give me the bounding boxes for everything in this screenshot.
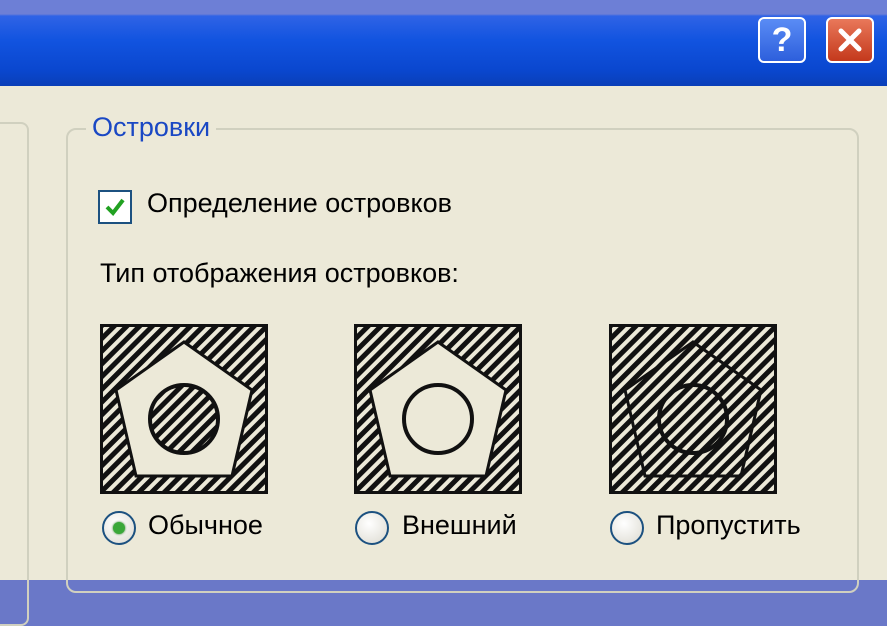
radio-ignore-label[interactable]: Пропустить bbox=[656, 510, 801, 541]
island-detection-checkbox[interactable] bbox=[98, 190, 132, 224]
radio-outer[interactable] bbox=[355, 511, 389, 545]
dialog-title-bar: ? bbox=[0, 0, 887, 86]
help-button[interactable]: ? bbox=[758, 17, 806, 63]
radio-outer-label[interactable]: Внешний bbox=[402, 510, 517, 541]
radio-selected-dot bbox=[113, 522, 125, 534]
close-button[interactable] bbox=[826, 17, 874, 63]
normal-island-preview[interactable] bbox=[100, 324, 268, 494]
island-display-type-label: Тип отображения островков: bbox=[100, 258, 459, 288]
left-panel-frame bbox=[0, 122, 29, 626]
islands-group-title: Островки bbox=[86, 112, 217, 143]
radio-normal[interactable] bbox=[102, 511, 136, 545]
question-mark-icon: ? bbox=[771, 21, 793, 59]
checkmark-icon bbox=[105, 198, 125, 217]
radio-ignore[interactable] bbox=[610, 511, 644, 545]
close-x-icon bbox=[838, 28, 862, 52]
dialog-client-area: Островки Определение островков Тип отобр… bbox=[0, 86, 887, 626]
island-detection-label[interactable]: Определение островков bbox=[147, 188, 452, 219]
ignore-island-preview[interactable] bbox=[609, 324, 777, 494]
radio-normal-label[interactable]: Обычное bbox=[148, 510, 263, 541]
outer-island-preview[interactable] bbox=[354, 324, 522, 494]
